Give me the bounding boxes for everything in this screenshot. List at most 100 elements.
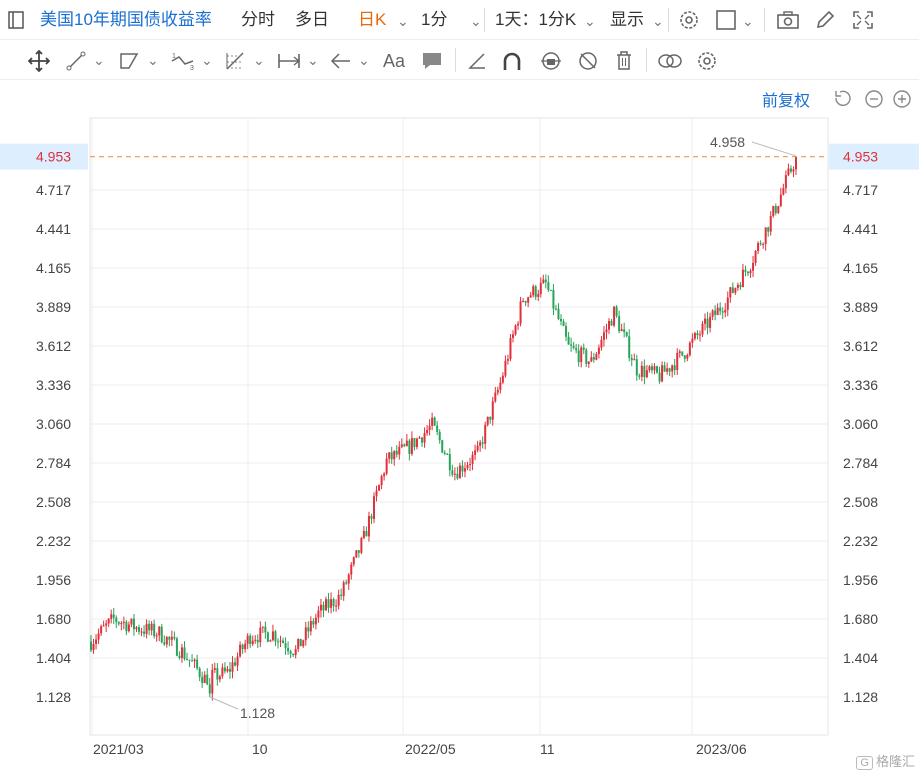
candle-body — [365, 530, 368, 537]
y-tick-label-right: 3.060 — [843, 416, 878, 432]
candle-body — [517, 323, 520, 326]
chevron-down-icon[interactable]: ⌄ — [147, 52, 159, 69]
candle-body — [350, 564, 353, 575]
fullscreen-icon[interactable] — [852, 10, 874, 30]
arrow-tool-icon[interactable] — [330, 51, 352, 71]
candle-body — [620, 329, 623, 332]
text-tool-icon[interactable]: Aa — [382, 50, 408, 72]
y-tick-label-right: 2.232 — [843, 533, 878, 549]
candle-body — [362, 530, 365, 539]
measure-tool-icon[interactable] — [277, 51, 301, 71]
hide-icon[interactable] — [577, 50, 599, 72]
tab-daily-k[interactable]: 日K — [358, 9, 386, 31]
y-tick-label-left: 1.680 — [36, 611, 71, 627]
chevron-down-icon[interactable]: ⌄ — [652, 13, 664, 30]
panel-toggle-icon[interactable] — [8, 11, 24, 29]
chevron-down-icon[interactable]: ⌄ — [201, 52, 213, 69]
candle-body — [92, 644, 95, 651]
fib-tool-icon[interactable] — [224, 50, 246, 72]
candle-body — [592, 357, 595, 360]
channel-tool-icon[interactable] — [118, 51, 140, 71]
candle-body — [423, 433, 426, 443]
candle-body — [206, 674, 209, 685]
angle-icon[interactable] — [467, 51, 487, 71]
x-tick-label: 2022/05 — [405, 741, 456, 757]
candle-body — [625, 332, 628, 337]
candle-body — [408, 440, 411, 454]
candle-body — [549, 289, 552, 291]
candle-body — [380, 476, 383, 486]
tab-multiday[interactable]: 多日 — [295, 9, 329, 31]
chevron-down-icon[interactable]: ⌄ — [358, 52, 370, 69]
link-icon[interactable] — [657, 51, 683, 71]
y-tick-label-left: 2.508 — [36, 494, 71, 510]
delete-icon[interactable] — [614, 50, 634, 72]
candle-body — [322, 604, 325, 611]
candle-body — [676, 352, 679, 371]
magnet-icon[interactable] — [501, 50, 523, 72]
candle-body — [256, 639, 259, 643]
candle-body — [385, 458, 388, 474]
reset-icon[interactable] — [835, 90, 851, 106]
chevron-down-icon[interactable]: ⌄ — [742, 13, 754, 30]
pencil-icon[interactable] — [814, 9, 836, 31]
watermark: G 格隆汇 — [856, 751, 915, 770]
settings-icon[interactable] — [678, 9, 700, 31]
candle-body — [304, 627, 307, 641]
candle-body — [456, 473, 459, 479]
y-tick-label-right: 3.889 — [843, 299, 878, 315]
candle-body — [145, 623, 148, 634]
comment-icon[interactable] — [421, 51, 443, 71]
y-tick-label-left: 3.336 — [36, 377, 71, 393]
chevron-down-icon[interactable]: ⌄ — [470, 13, 482, 30]
candle-body — [618, 315, 621, 332]
period-select[interactable]: 1天：1分K — [495, 9, 576, 31]
candle-body — [724, 309, 727, 313]
candle-body — [428, 425, 431, 431]
candle-body — [307, 627, 310, 632]
candle-body — [244, 643, 247, 650]
candle-body — [299, 638, 302, 647]
candle-body — [562, 321, 565, 327]
lock-icon[interactable] — [539, 50, 563, 72]
line-tool-icon[interactable] — [66, 51, 86, 71]
gear-icon[interactable] — [696, 50, 718, 72]
candle-body — [726, 297, 729, 310]
chevron-down-icon[interactable]: ⌄ — [93, 52, 105, 69]
candle-body — [274, 631, 277, 642]
chevron-down-icon[interactable]: ⌄ — [253, 52, 265, 69]
chevron-down-icon[interactable]: ⌄ — [584, 13, 596, 30]
candle-body — [319, 604, 322, 611]
candle-body — [527, 297, 530, 303]
candle-body — [729, 287, 732, 298]
candle-body — [208, 684, 211, 694]
tab-intraday[interactable]: 分时 — [241, 9, 275, 31]
candle-body — [608, 320, 611, 330]
candle-body — [335, 605, 338, 607]
display-menu[interactable]: 显示 — [610, 9, 644, 31]
layout-icon[interactable] — [716, 10, 738, 30]
minute-select[interactable]: 1分 — [421, 9, 447, 31]
candle-body — [360, 538, 363, 553]
camera-icon[interactable] — [776, 10, 800, 30]
candle-body — [130, 618, 133, 625]
instrument-title[interactable]: 美国10年期国债收益率 — [40, 9, 212, 31]
candle-body — [186, 658, 189, 660]
candle-body — [595, 354, 598, 360]
max-pointer — [751, 141, 797, 157]
candle-body — [264, 626, 267, 633]
candle-body — [239, 644, 242, 657]
candle-body — [605, 329, 608, 333]
candlestick-chart[interactable]: 前复权 1.128 1.128 1.404 1.404 1.680 1.680 1.956 1.… — [0, 80, 919, 772]
chevron-down-icon[interactable]: ⌄ — [307, 52, 319, 69]
candle-body — [532, 286, 535, 296]
pattern-tool-icon[interactable]: 13 — [170, 51, 196, 71]
candle-body — [446, 453, 449, 455]
move-icon[interactable] — [28, 50, 50, 72]
candle-body — [782, 188, 785, 195]
candle-body — [499, 382, 502, 390]
chevron-down-icon[interactable]: ⌄ — [397, 13, 409, 30]
candle-body — [367, 515, 370, 537]
y-tick-label-right: 4.441 — [843, 221, 878, 237]
candle-body — [246, 635, 249, 644]
